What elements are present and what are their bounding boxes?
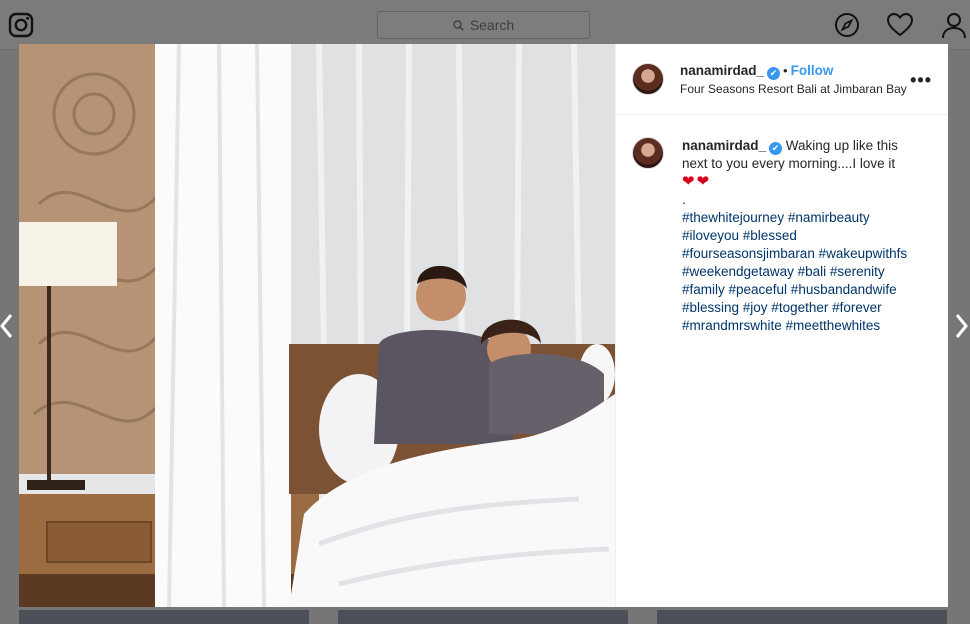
feed-thumbnail (19, 610, 309, 624)
feed-thumbnail (338, 610, 628, 624)
more-options-button[interactable]: ••• (910, 70, 932, 91)
post-modal: nanamirdad_ ✔ • Follow Four Seasons Resort … (19, 44, 948, 607)
verified-badge-icon: ✔ (767, 66, 781, 80)
search-icon (453, 19, 464, 31)
post-details: nanamirdad_ ✔ • Follow Four Seasons Resort … (615, 44, 948, 607)
avatar[interactable] (632, 63, 664, 95)
separator-dot: • (783, 62, 788, 78)
post-photo[interactable] (19, 44, 615, 607)
hashtags: #thewhitejourney #namirbeauty #iloveyou … (682, 209, 922, 335)
avatar[interactable] (632, 137, 664, 169)
previous-post-button[interactable] (0, 306, 16, 346)
post-header: nanamirdad_ ✔ • Follow Four Seasons Resort … (616, 44, 948, 115)
feed-thumbnail (657, 610, 947, 624)
caption-period: . (682, 192, 686, 207)
user-icon[interactable] (940, 11, 968, 39)
hashtag-line[interactable]: #weekendgetaway #bali #serenity (682, 263, 922, 281)
next-post-button[interactable] (952, 306, 970, 346)
follow-button[interactable]: Follow (791, 63, 834, 78)
caption-username-link[interactable]: nanamirdad_ (682, 138, 766, 153)
header-text: nanamirdad_ ✔ • Follow Four Seasons Resort … (680, 61, 907, 97)
search-input[interactable]: Search (377, 11, 590, 39)
chevron-right-icon (955, 314, 968, 338)
hashtag-line[interactable]: #mrandmrswhite #meetthewhites (682, 317, 922, 335)
location-link[interactable]: Four Seasons Resort Bali at Jimbaran Bay (680, 82, 907, 98)
instagram-icon[interactable] (8, 12, 34, 38)
hashtag-line[interactable]: #blessing #joy #together #forever (682, 299, 922, 317)
username-link[interactable]: nanamirdad_ (680, 63, 764, 78)
hashtag-line[interactable]: #fourseasonsjimbaran #wakeupwithfs (682, 245, 922, 263)
heart-icon[interactable] (886, 11, 914, 39)
search-placeholder: Search (469, 17, 515, 33)
hashtag-line[interactable]: #iloveyou #blessed (682, 227, 922, 245)
top-navigation: Search (0, 0, 970, 50)
chevron-left-icon (0, 314, 13, 338)
compass-icon[interactable] (833, 11, 861, 39)
caption: nanamirdad_ ✔ Waking up like this next to… (682, 137, 922, 335)
caption-comment: nanamirdad_ ✔ Waking up like this next to… (616, 115, 948, 335)
hashtag-line[interactable]: #family #peaceful #husbandandwife (682, 281, 922, 299)
post-image (19, 44, 615, 607)
hashtag-line[interactable]: #thewhitejourney #namirbeauty (682, 209, 922, 227)
hearts-emoji: ❤❤ (682, 173, 712, 190)
verified-badge-icon: ✔ (769, 142, 783, 155)
